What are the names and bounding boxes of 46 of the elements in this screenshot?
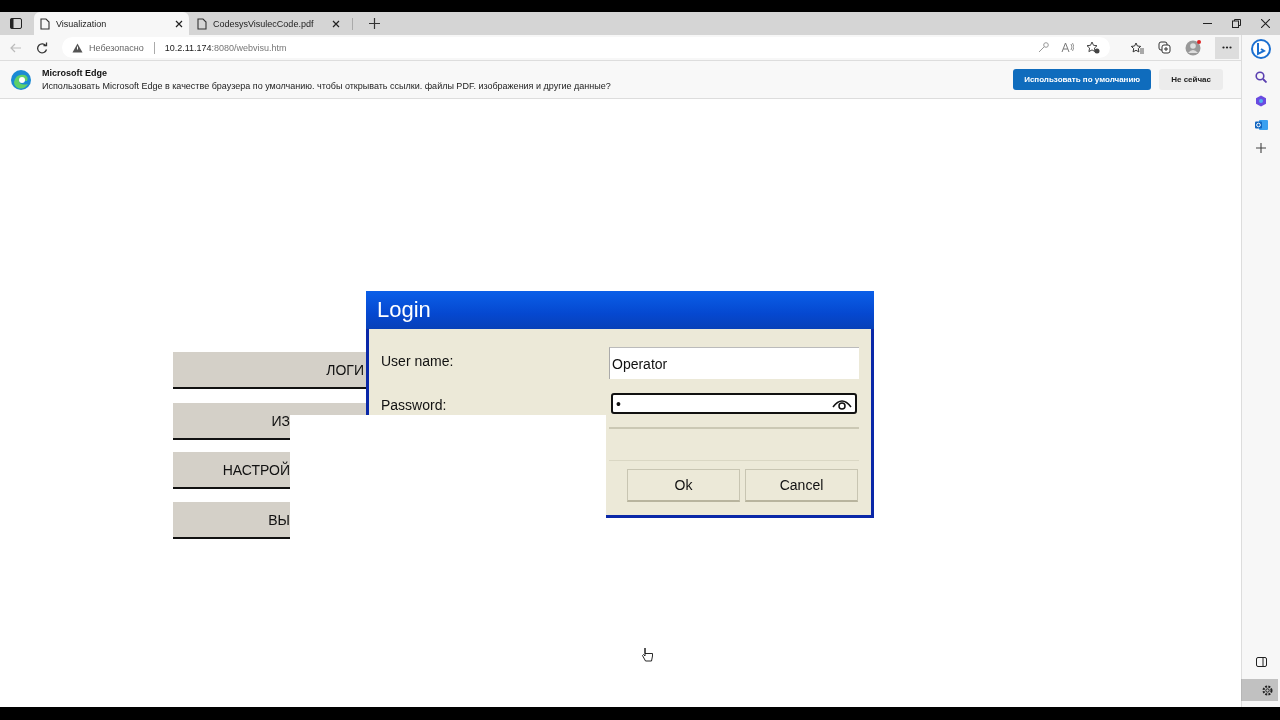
browser-tab[interactable]: Visualization — [34, 12, 189, 35]
more-button[interactable] — [1215, 36, 1239, 59]
document-icon — [40, 17, 50, 30]
password-field[interactable]: • — [611, 393, 857, 414]
favorite-star-icon[interactable] — [1086, 41, 1100, 54]
plus-icon — [369, 17, 380, 29]
document-icon — [197, 17, 207, 30]
outlook-icon[interactable] — [1254, 119, 1268, 131]
hexagon-icon[interactable] — [1255, 95, 1267, 107]
browser-tab[interactable]: CodesysVisulecCode.pdf — [191, 12, 346, 35]
field-label: User name: — [381, 353, 454, 369]
plus-icon[interactable] — [1256, 143, 1266, 153]
key-icon[interactable] — [1038, 42, 1049, 53]
cancel-button[interactable]: Cancel — [745, 469, 858, 502]
tab-title: CodesysVisulecCode.pdf — [213, 18, 315, 29]
edge-logo-icon — [10, 68, 32, 91]
collections-icon[interactable] — [1158, 41, 1171, 54]
restore-icon[interactable] — [1232, 19, 1241, 28]
field-label: Password: — [381, 397, 447, 413]
security-label: Небезопасно — [89, 42, 144, 53]
infobar-message: Использовать Microsoft Edge в качестве браузера по умолчанию. чтобы открывать ссылки. файлы PDF. изображения и другие данные? — [42, 81, 611, 91]
close-icon[interactable] — [332, 19, 340, 28]
tabs-icon[interactable] — [10, 18, 22, 29]
dialog-title: Login — [366, 291, 874, 329]
close-icon[interactable] — [1261, 19, 1270, 28]
eye-icon[interactable] — [832, 397, 852, 410]
address-bar[interactable]: Небезопасно 10.2.11.174:8080/webvisu.htm — [62, 37, 1110, 58]
sidebar-icon[interactable] — [1255, 657, 1267, 667]
profile-icon[interactable] — [1185, 39, 1201, 56]
text-field[interactable]: Operator — [609, 347, 859, 379]
close-icon[interactable] — [175, 19, 183, 28]
url-text: 10.2.11.174:8080/webvisu.htm — [164, 42, 287, 53]
copilot-icon[interactable] — [1251, 39, 1271, 59]
favorites-icon[interactable] — [1130, 41, 1144, 54]
not-now-button[interactable]: Не сейчас — [1159, 69, 1223, 90]
ok-button[interactable]: Ok — [627, 469, 740, 502]
infobar-title: Microsoft Edge — [42, 68, 108, 78]
more-icon — [1222, 46, 1232, 49]
warning-icon — [72, 42, 83, 53]
set-default-button[interactable]: Использовать по умолчанию — [1013, 69, 1152, 90]
search-icon[interactable] — [1255, 71, 1267, 83]
read-aloud-icon[interactable] — [1061, 42, 1074, 53]
gear-icon[interactable] — [1261, 683, 1274, 697]
refresh-icon[interactable] — [36, 41, 48, 54]
hand-cursor-icon — [641, 647, 653, 662]
tab-title: Visualization — [56, 18, 108, 29]
